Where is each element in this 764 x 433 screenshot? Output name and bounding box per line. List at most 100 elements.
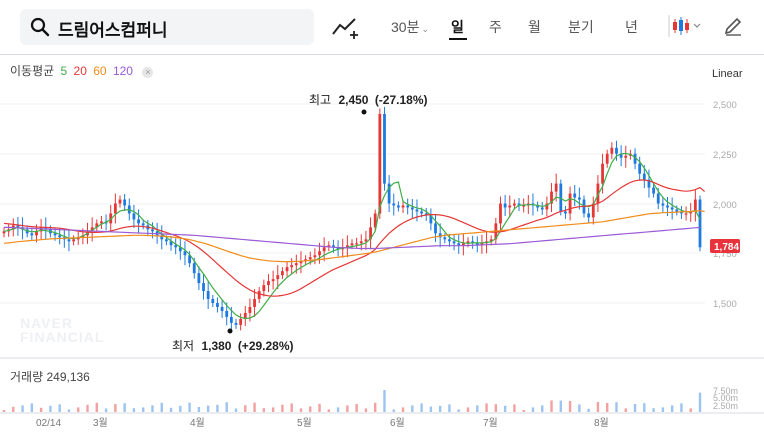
- volume-bar: [262, 408, 266, 412]
- volume-bar: [587, 408, 590, 412]
- candle-body: [239, 318, 243, 325]
- tab-year[interactable]: 년: [625, 17, 638, 37]
- candle-body: [271, 279, 275, 282]
- volume-bar: [290, 403, 293, 412]
- candle-body: [257, 291, 261, 300]
- candle-body: [53, 233, 57, 236]
- volume-bar: [77, 407, 80, 412]
- volume-bar: [179, 405, 182, 412]
- candle-body: [499, 203, 502, 224]
- volume-bar: [485, 403, 488, 412]
- volume-bar: [429, 406, 433, 412]
- volume-bar: [578, 404, 581, 412]
- candle-body: [30, 233, 34, 236]
- candle-body: [197, 273, 201, 284]
- candle-body: [378, 113, 382, 214]
- candle-body: [564, 211, 567, 214]
- candle-body: [573, 193, 577, 198]
- volume-bar: [39, 407, 43, 412]
- tab-quarter[interactable]: 분기: [568, 17, 594, 37]
- drawing-tool-icon[interactable]: [330, 14, 360, 40]
- candle-body: [211, 299, 215, 303]
- volume-bar: [624, 408, 627, 412]
- candle-body: [461, 243, 465, 246]
- search-icon[interactable]: [30, 17, 50, 37]
- chevron-down-icon: ⌄: [421, 24, 429, 34]
- candle-body: [285, 267, 289, 272]
- candle-body: [359, 241, 363, 244]
- volume-bar: [67, 409, 71, 412]
- high-prefix: 최고: [309, 93, 331, 107]
- candle-body: [624, 155, 628, 158]
- svg-text:최고 2,450 (-27.18%): 최고 2,450 (-27.18%): [309, 93, 428, 107]
- volume-bar: [596, 402, 600, 412]
- volume-bar: [355, 404, 358, 412]
- candle-body: [281, 271, 284, 276]
- volume-bar: [142, 407, 145, 412]
- pencil-icon[interactable]: [722, 15, 744, 37]
- x-tick-label: 4월: [190, 417, 205, 429]
- high-value: 2,450: [338, 93, 368, 107]
- volume-bar: [169, 407, 173, 412]
- candle-body: [248, 306, 252, 313]
- price-chart[interactable]: 2,500 2,250 2,000 1,750 1,500 1,784 최고 2…: [0, 55, 764, 433]
- volume-bar: [95, 402, 98, 412]
- high-marker: [361, 109, 367, 115]
- volume-bar: [318, 403, 321, 412]
- x-tick-label: 8월: [594, 417, 609, 429]
- candle-body: [698, 199, 702, 248]
- volume-bar: [160, 402, 163, 412]
- interval-select[interactable]: 30분 ⌄: [391, 17, 429, 37]
- candle-body: [642, 173, 646, 180]
- low-marker: [227, 328, 233, 334]
- volume-bar: [541, 405, 544, 412]
- candle-body: [656, 193, 660, 204]
- volume-bar: [86, 404, 89, 412]
- candle-body: [443, 237, 447, 240]
- candle-body: [151, 229, 154, 232]
- candle-body: [308, 257, 312, 260]
- candle-body: [448, 239, 451, 242]
- candle-body: [72, 239, 75, 242]
- candlestick-icon[interactable]: [666, 15, 704, 37]
- candle-body: [234, 322, 238, 325]
- candle-body: [568, 193, 572, 214]
- candle-body: [401, 205, 405, 208]
- candle-body: [457, 243, 461, 246]
- tab-week[interactable]: 주: [489, 17, 502, 37]
- candle-body: [601, 163, 604, 184]
- volume-bar: [522, 410, 525, 412]
- candle-body: [508, 205, 512, 208]
- candle-body: [415, 209, 419, 212]
- candle-body: [294, 263, 298, 266]
- volume-bar: [30, 403, 34, 412]
- volume-bar: [58, 404, 61, 412]
- stock-search-box[interactable]: 드림어스컴퍼니: [20, 9, 314, 45]
- candle-body: [318, 251, 321, 256]
- candle-body: [174, 245, 178, 248]
- volume-bar: [216, 404, 219, 412]
- candle-body: [216, 303, 219, 307]
- volume-bar: [383, 390, 386, 412]
- volume-bar: [503, 405, 507, 412]
- ma-line-20: [3, 179, 705, 297]
- candle-body: [406, 205, 410, 208]
- tab-day[interactable]: 일: [451, 17, 464, 37]
- current-price-value: 1,784: [714, 242, 739, 253]
- candle-body: [322, 247, 326, 252]
- candle-body: [192, 263, 196, 274]
- volume-bar: [271, 407, 275, 412]
- candle-body: [666, 205, 669, 208]
- candle-body: [554, 183, 558, 192]
- volume-bar: [299, 408, 303, 412]
- volume-bar: [550, 400, 553, 412]
- candle-body: [220, 306, 224, 311]
- x-tick-label: 5월: [297, 417, 312, 429]
- x-tick-label: 02/14: [36, 418, 61, 429]
- search-input[interactable]: 드림어스컴퍼니: [58, 16, 167, 41]
- candle-body: [513, 203, 516, 206]
- tab-month[interactable]: 월: [528, 17, 541, 37]
- low-change: (+29.28%): [238, 339, 294, 353]
- candle-body: [276, 275, 280, 280]
- volume-bar: [2, 410, 6, 412]
